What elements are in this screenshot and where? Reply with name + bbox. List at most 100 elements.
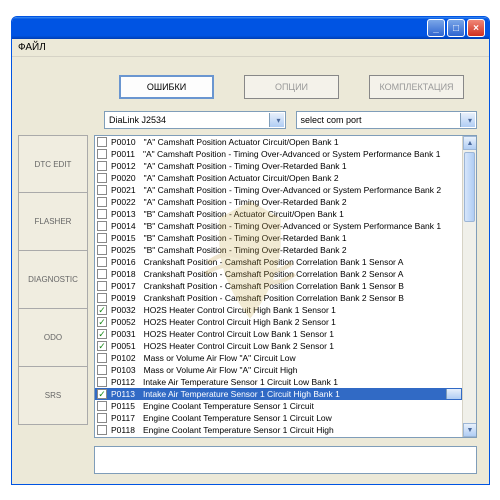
checkbox[interactable] [97,257,107,267]
table-row[interactable]: P0013"B" Camshaft Position - Actuator Ci… [95,208,462,220]
dtc-desc: Engine Coolant Temperature Sensor 1 Circ… [143,424,334,436]
output-box[interactable] [94,446,477,474]
sidebar-item-dtcedit[interactable]: DTC EDIT [18,135,88,193]
sidebar: DTC EDIT FLASHER DIAGNOSTIC ODO SRS [18,135,88,474]
port-value: select com port [301,115,362,125]
checkbox[interactable] [97,377,107,387]
checkbox[interactable] [97,317,107,327]
adapter-select[interactable]: DiaLink J2534 ▾ [104,111,286,129]
dtc-code: P0010 [111,136,136,148]
table-row[interactable]: P0019Crankshaft Position - Camshaft Posi… [95,292,462,304]
table-row[interactable]: P0031HO2S Heater Control Circuit Low Ban… [95,328,462,340]
checkbox[interactable] [97,137,107,147]
sidebar-item-diagnostic[interactable]: DIAGNOSTIC [18,251,88,309]
checkbox[interactable] [97,401,107,411]
dtc-desc: "A" Camshaft Position Actuator Circuit/O… [144,136,339,148]
table-row[interactable]: P0051HO2S Heater Control Circuit Low Ban… [95,340,462,352]
close-button[interactable]: × [467,19,485,37]
dtc-code: P0019 [111,292,136,304]
table-row[interactable]: P0103Mass or Volume Air Flow "A" Circuit… [95,364,462,376]
table-row[interactable]: P0118Engine Coolant Temperature Sensor 1… [95,424,462,436]
dtc-code: P0015 [111,232,136,244]
checkbox[interactable] [97,245,107,255]
table-row[interactable]: P0016Crankshaft Position - Camshaft Posi… [95,256,462,268]
checkbox[interactable] [97,281,107,291]
table-row[interactable]: P0052HO2S Heater Control Circuit High Ba… [95,316,462,328]
dtc-code: P0021 [111,184,136,196]
checkbox[interactable] [97,149,107,159]
dtc-code: P0020 [111,172,136,184]
checkbox[interactable] [97,233,107,243]
table-row[interactable]: P0017Crankshaft Position - Camshaft Posi… [95,280,462,292]
minimize-button[interactable]: _ [427,19,445,37]
dtc-desc: Intake Air Temperature Sensor 1 Circuit … [143,388,340,400]
checkbox[interactable] [97,197,107,207]
table-row[interactable]: P0117Engine Coolant Temperature Sensor 1… [95,412,462,424]
port-select[interactable]: select com port ▾ [296,111,478,129]
minimize-icon: _ [433,23,439,34]
dtc-code: P0117 [111,412,135,424]
scroll-up-button[interactable]: ▲ [463,136,477,150]
table-row[interactable]: P0015"B" Camshaft Position - Timing Over… [95,232,462,244]
dtc-desc: "B" Camshaft Position - Timing Over-Adva… [144,220,442,232]
dtc-listbox[interactable]: P0010 "A" Camshaft Position Actuator Circ… [94,135,477,438]
dtc-code: P0051 [111,340,136,352]
dtc-code: P0013 [111,208,136,220]
checkbox[interactable] [97,269,107,279]
dtc-code: P0018 [111,268,136,280]
sidebar-item-flasher[interactable]: FLASHER [18,193,88,251]
checkbox[interactable] [97,173,107,183]
checkbox[interactable] [97,353,107,363]
table-row[interactable]: P0014 "B" Camshaft Position - Timing Over… [95,220,462,232]
checkbox[interactable] [97,341,107,351]
scroll-down-button[interactable]: ▼ [463,423,477,437]
errors-button[interactable]: ОШИБКИ [119,75,214,99]
options-button[interactable]: ОПЦИИ [244,75,339,99]
table-row[interactable]: P0011"A" Camshaft Position - Timing Over… [95,148,462,160]
menu-file[interactable]: ФАЙЛ [18,42,46,53]
checkbox[interactable] [97,425,107,435]
checkbox[interactable] [97,293,107,303]
dtc-code: P0014 [111,220,136,232]
checkbox[interactable] [97,209,107,219]
table-row[interactable]: P0021"A" Camshaft Position - Timing Over… [95,184,462,196]
checkbox[interactable] [97,329,107,339]
main-panel: P0010 "A" Camshaft Position Actuator Circ… [94,135,477,474]
table-row[interactable]: P0032HO2S Heater Control Circuit High Ba… [95,304,462,316]
dtc-desc: Engine Coolant Temperature Sensor 1 Circ… [143,400,314,412]
dtc-desc: "A" Camshaft Position - Timing Over-Reta… [144,160,347,172]
table-row[interactable]: P0022"A" Camshaft Position - Timing Over… [95,196,462,208]
titlebar[interactable]: _ □ × [12,17,489,39]
sidebar-item-odo[interactable]: ODO [18,309,88,367]
chevron-down-icon: ▾ [468,116,472,125]
checkbox[interactable] [97,221,107,231]
maximize-icon: □ [453,23,459,34]
table-row[interactable]: P0113Intake Air Temperature Sensor 1 Cir… [95,388,462,400]
table-row[interactable]: P0010 "A" Camshaft Position Actuator Circ… [95,136,462,148]
maximize-button[interactable]: □ [447,19,465,37]
table-row[interactable]: P0116Engine Coolant Temperature Sensor 1… [95,436,462,437]
dtc-desc: "A" Camshaft Position - Timing Over-Reta… [144,196,347,208]
checkbox[interactable] [97,365,107,375]
scrollbar[interactable]: ▲ ▼ [462,136,476,437]
scroll-thumb[interactable] [464,152,475,222]
checkbox[interactable] [97,413,107,423]
sidebar-item-srs[interactable]: SRS [18,367,88,425]
dtc-code: P0016 [111,256,136,268]
checkbox[interactable] [97,161,107,171]
table-row[interactable]: P0020"A" Camshaft Position Actuator Circ… [95,172,462,184]
checkbox[interactable] [97,389,107,399]
dtc-desc: Mass or Volume Air Flow "A" Circuit High [144,364,298,376]
selects-row: DiaLink J2534 ▾ select com port ▾ [12,107,489,135]
table-row[interactable]: P0018Crankshaft Position - Camshaft Posi… [95,268,462,280]
equipment-button[interactable]: КОМПЛЕКТАЦИЯ [369,75,464,99]
table-row[interactable]: P0102Mass or Volume Air Flow "A" Circuit… [95,352,462,364]
dtc-code: P0012 [111,160,136,172]
dtc-code: P0052 [111,316,136,328]
table-row[interactable]: P0025"B" Camshaft Position - Timing Over… [95,244,462,256]
checkbox[interactable] [97,305,107,315]
table-row[interactable]: P0115Engine Coolant Temperature Sensor 1… [95,400,462,412]
table-row[interactable]: P0112Intake Air Temperature Sensor 1 Cir… [95,376,462,388]
checkbox[interactable] [97,185,107,195]
table-row[interactable]: P0012 "A" Camshaft Position - Timing Over… [95,160,462,172]
